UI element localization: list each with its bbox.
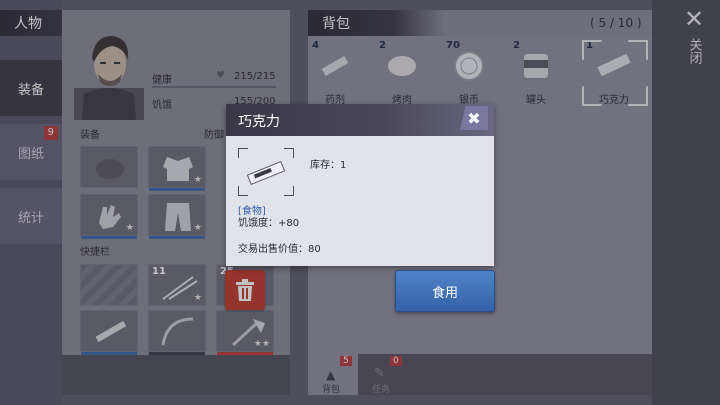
star-icon: ★ <box>193 175 202 185</box>
close-button[interactable]: ✕ 关闭 <box>676 6 712 96</box>
star-icon: ★ <box>125 223 134 233</box>
stock-text: 库存：1 <box>310 160 347 171</box>
tasks-badge: 0 <box>390 356 402 366</box>
item-popup: 巧克力 库存：1 [食物] 饥饿度：+80 交易出售价值：80 <box>226 104 494 266</box>
equip-slot-legs[interactable]: ★ <box>148 194 206 239</box>
inventory-item[interactable]: 70 银币 <box>444 40 494 106</box>
sell-price: 交易出售价值：80 <box>238 244 321 255</box>
quick-slot-knife[interactable] <box>80 310 138 355</box>
inventory-item[interactable]: 4 药剂 <box>310 40 360 106</box>
inventory-item[interactable]: 2 烤肉 <box>377 40 427 106</box>
blueprint-badge: 9 <box>43 126 58 140</box>
tab-tasks[interactable]: 0 ✎ 任务 <box>358 354 408 395</box>
wrench-icon: ✎ <box>374 366 385 381</box>
bow-icon <box>161 317 194 346</box>
backpack-badge: 5 <box>340 356 352 366</box>
use-button[interactable]: 食用 <box>395 270 495 312</box>
health-bar <box>152 86 276 88</box>
durability-bar <box>149 188 205 191</box>
tab-blueprints[interactable]: 图纸 9 <box>0 124 62 180</box>
hunger-label: 饥饿 <box>152 100 172 111</box>
quick-slot-arrows[interactable]: 11 ★ <box>148 264 206 306</box>
close-icon: ✖ <box>467 108 481 128</box>
heart-icon: ♥ <box>216 70 225 81</box>
popup-title: 巧克力 <box>238 114 280 130</box>
trash-icon <box>236 279 254 301</box>
close-icon: ✕ <box>683 5 705 33</box>
quick-slot-bow[interactable] <box>148 310 206 355</box>
character-footer <box>62 355 290 395</box>
equipment-label: 装备 <box>80 130 100 141</box>
star-icon: ★ <box>193 223 202 233</box>
durability-bar <box>81 236 137 239</box>
star-icon: ★ <box>193 293 202 303</box>
equip-slot-body[interactable]: ★ <box>148 146 206 191</box>
defense-label: 防御 <box>204 130 224 141</box>
inventory-item[interactable]: 2 罐头 <box>511 40 561 106</box>
inventory-item-selected[interactable]: 1 巧克力 <box>578 40 650 106</box>
popup-header: 巧克力 <box>226 104 494 136</box>
tab-statistics[interactable]: 统计 <box>0 188 62 244</box>
knife-icon <box>95 320 127 343</box>
character-portrait <box>74 28 144 120</box>
quick-slot-axe[interactable]: ★★ <box>216 310 274 355</box>
equip-slot-hands[interactable]: ★ <box>80 194 138 239</box>
tab-backpack[interactable]: 5 ▲ 背包 <box>308 354 358 395</box>
equip-slot-head[interactable] <box>80 146 138 188</box>
tab-equipment[interactable]: 装备 <box>0 60 62 116</box>
backpack-capacity: ( 5 / 10 ) <box>590 16 642 30</box>
durability-bar <box>149 236 205 239</box>
popup-icon-frame <box>237 147 295 197</box>
quick-slot-1[interactable] <box>80 264 138 306</box>
chocolate-icon <box>246 160 286 186</box>
health-label: 健康 <box>152 75 172 86</box>
item-effect: 饥饿度：+80 <box>238 218 300 229</box>
health-value: 215/215 <box>234 71 276 82</box>
delete-button[interactable] <box>225 270 265 310</box>
star-icon: ★★ <box>253 339 270 349</box>
close-label: 关闭 <box>686 38 702 64</box>
bag-icon: ▲ <box>326 368 336 382</box>
quickbar-label: 快捷栏 <box>80 247 110 258</box>
helmet-icon <box>96 159 124 179</box>
